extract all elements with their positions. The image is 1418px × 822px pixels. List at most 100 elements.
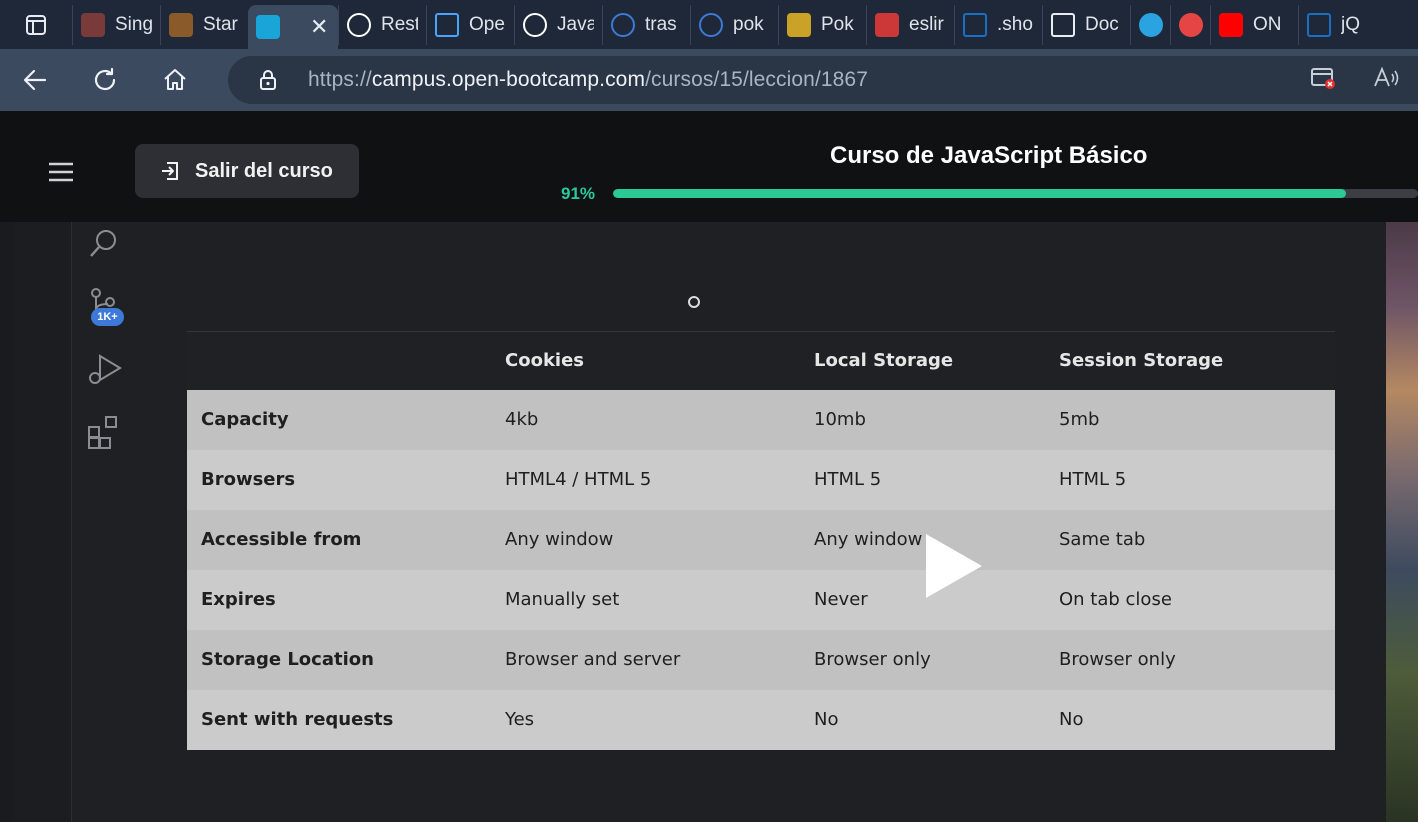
table-cell: Browser only xyxy=(1059,629,1335,690)
github-icon xyxy=(347,12,371,37)
close-tab-icon[interactable]: ✕ xyxy=(310,14,328,40)
source-control-badge: 1K+ xyxy=(91,308,124,326)
browser-tab[interactable]: Pok xyxy=(778,4,866,45)
browser-tab[interactable]: Doc xyxy=(1042,4,1130,45)
jquery-icon xyxy=(1307,12,1331,37)
home-icon xyxy=(164,69,186,90)
table-row: Sent with requests Yes No No xyxy=(187,689,1335,750)
browser-tab-label: Star xyxy=(203,13,238,35)
browser-tab[interactable]: Sing xyxy=(72,4,160,45)
browser-tab[interactable]: ON xyxy=(1210,4,1298,45)
ecma-icon xyxy=(169,12,193,37)
browser-tab[interactable]: .sho xyxy=(954,4,1042,45)
browser-tab-label: Doc xyxy=(1085,13,1119,35)
pokemon-icon xyxy=(787,12,811,37)
record-icon xyxy=(1179,12,1203,37)
lock-icon[interactable] xyxy=(228,69,308,91)
table-cell: On tab close xyxy=(1059,569,1335,630)
github-icon xyxy=(523,12,547,37)
npm-icon xyxy=(875,12,899,37)
table-header-cell: Local Storage xyxy=(814,331,1059,390)
document-icon xyxy=(1051,12,1075,37)
table-row-label: Browsers xyxy=(187,449,505,510)
extensions-icon xyxy=(86,414,124,457)
table-cell: Any window xyxy=(505,509,814,570)
table-header-cell: Session Storage xyxy=(1059,331,1335,390)
table-cell: Browser and server xyxy=(505,629,814,690)
avatar-icon xyxy=(81,12,105,37)
browser-tab[interactable] xyxy=(1170,4,1210,45)
browser-tab[interactable]: Rest xyxy=(338,4,426,45)
table-cell: Browser only xyxy=(814,629,1059,690)
browser-tab-strip: Sing Star ✕ Rest Ope Java tras pok Pok eslir .sho D… xyxy=(0,0,1418,49)
telegram-icon xyxy=(1139,12,1163,37)
table-cell: 5mb xyxy=(1059,389,1335,450)
browser-tab[interactable]: ✕ xyxy=(248,5,338,49)
browser-tab[interactable]: Java xyxy=(514,4,602,45)
reload-button[interactable] xyxy=(70,49,140,111)
table-cell: HTML 5 xyxy=(814,449,1059,510)
browser-tab[interactable]: jQu xyxy=(1298,4,1368,45)
browser-tab[interactable]: tras xyxy=(602,4,690,45)
back-button[interactable] xyxy=(0,49,70,111)
table-header-cell: Cookies xyxy=(505,331,814,390)
table-row: Expires Manually set Never On tab close xyxy=(187,569,1335,630)
table-header-cell xyxy=(187,331,505,390)
browser-tab-label: pok xyxy=(733,13,764,35)
url-text[interactable]: https://campus.open-bootcamp.com/cursos/… xyxy=(308,68,868,92)
table-cell: No xyxy=(814,689,1059,750)
browser-tab-label: Java xyxy=(557,13,594,35)
table-cell: No xyxy=(1059,689,1335,750)
table-header-row: Cookies Local Storage Session Storage xyxy=(187,331,1335,390)
course-header: Salir del curso Curso de JavaScript Bási… xyxy=(0,111,1418,222)
browser-tab-label: jQu xyxy=(1341,13,1360,35)
url-path: /cursos/15/leccion/1867 xyxy=(645,68,868,91)
table-row: Accessible from Any window Any window Same … xyxy=(187,509,1335,570)
table-row: Browsers HTML4 / HTML 5 HTML 5 HTML 5 xyxy=(187,449,1335,510)
youtube-icon xyxy=(1219,12,1243,37)
browser-tab[interactable]: eslir xyxy=(866,4,954,45)
url-host: campus.open-bootcamp.com xyxy=(371,68,646,91)
video-player[interactable]: 1K+ Cookies Local Storage Session Storag… xyxy=(0,222,1418,822)
table-row-label: Sent with requests xyxy=(187,689,505,750)
browser-tab-label: tras xyxy=(645,13,677,35)
table-row: Capacity 4kb 10mb 5mb xyxy=(187,389,1335,450)
browser-tab[interactable] xyxy=(1130,4,1170,45)
exit-icon xyxy=(162,162,178,180)
browser-tab-label: eslir xyxy=(909,13,944,35)
mouse-cursor-icon xyxy=(688,296,700,308)
search-icon xyxy=(86,226,122,267)
browser-toolbar: https://campus.open-bootcamp.com/cursos/… xyxy=(0,49,1418,111)
browser-tab[interactable]: Ope xyxy=(426,4,514,45)
home-button[interactable] xyxy=(140,49,210,111)
table-cell: Same tab xyxy=(1059,509,1335,570)
exit-course-label: Salir del curso xyxy=(195,159,333,182)
jquery-icon xyxy=(963,12,987,37)
search-icon xyxy=(611,12,635,37)
tab-actions-icon xyxy=(26,14,46,35)
browser-tab-label: Ope xyxy=(469,13,505,35)
tab-actions-button[interactable] xyxy=(0,0,72,49)
table-row-label: Storage Location xyxy=(187,629,505,690)
progress-percentage: 91% xyxy=(561,184,596,203)
browser-tab[interactable]: Star xyxy=(160,4,248,45)
table-row-label: Expires xyxy=(187,569,505,630)
browser-tab[interactable]: pok xyxy=(690,4,778,45)
hamburger-menu-icon[interactable] xyxy=(46,161,76,183)
app-available-icon[interactable] xyxy=(1310,66,1336,95)
table-row: Storage Location Browser and server Browse… xyxy=(187,629,1335,690)
browser-tab-label: Pok xyxy=(821,13,854,35)
window-icon xyxy=(435,12,459,37)
tab-app-icon xyxy=(256,15,280,39)
read-aloud-icon[interactable] xyxy=(1372,66,1400,95)
table-cell: Yes xyxy=(505,689,814,750)
search-icon xyxy=(699,12,723,37)
browser-tab-label: Sing xyxy=(115,13,152,35)
play-icon[interactable] xyxy=(926,534,982,598)
run-debug-icon xyxy=(86,350,124,393)
browser-tab-label: .sho xyxy=(997,13,1033,35)
url-scheme: https:// xyxy=(308,68,372,91)
desktop-wallpaper xyxy=(1386,222,1418,822)
exit-course-button[interactable]: Salir del curso xyxy=(135,144,359,198)
address-bar[interactable]: https://campus.open-bootcamp.com/cursos/… xyxy=(228,56,1418,104)
